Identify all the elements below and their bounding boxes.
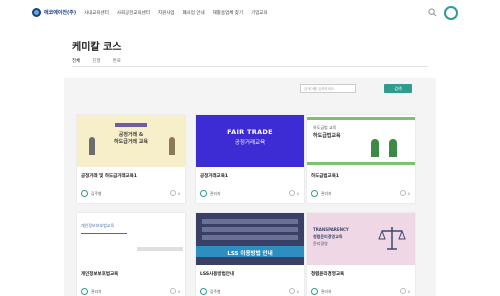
course-instructor: 관리자 — [200, 190, 220, 197]
person-illustration — [389, 139, 397, 157]
search-input[interactable]: 검색어를 입력하세요 — [300, 84, 356, 93]
main-nav: 사내교육센터 사회공헌교육센터 지원사업 폐사업 안내 재활용업체 찾기 기업교… — [84, 10, 268, 16]
thumbnail-text: LSS 이용방법 안내 — [227, 251, 273, 257]
course-thumbnail: 개인정보보호법교육 — [77, 213, 185, 265]
thumbnail-text: 공정거래교육 — [234, 140, 266, 146]
thumbnail-text: 윤리경영 — [313, 241, 328, 246]
course-title: 하도급법교육1 — [311, 174, 339, 179]
logo[interactable]: 에코에이전(주) — [32, 8, 76, 17]
thumbnail-text: TRANSPARENCY — [313, 227, 349, 232]
course-instructor: 김주형 — [200, 288, 220, 295]
search-icon[interactable] — [428, 8, 437, 17]
enrollment-count: 0 — [399, 288, 410, 294]
course-title: 개인정보보호법교육 — [81, 272, 119, 277]
search-button[interactable]: 검색 — [384, 84, 412, 93]
person-illustration — [371, 139, 379, 157]
thumbnail-text: FAIR TRADE — [227, 128, 273, 136]
course-card[interactable]: LSS 이용방법 안내 LSS사용방법안내 김주형 0 — [195, 212, 305, 296]
thumbnail-rule — [81, 233, 127, 234]
instructor-avatar-icon — [81, 190, 88, 197]
course-card[interactable]: 공정거래 & 하도급거래 교육 공정거래 및 하도급거래교육1 김주형 0 — [76, 114, 186, 204]
instructor-avatar-icon — [200, 190, 207, 197]
count-value: 0 — [407, 190, 410, 196]
thumbnail-text: 하도급거래 교육 — [114, 139, 148, 145]
enrollment-count: 0 — [169, 288, 180, 294]
thumbnail-row — [202, 235, 298, 240]
nav-item[interactable]: 지원사업 — [158, 10, 175, 16]
course-thumbnail: FAIR TRADE 공정거래교육 — [196, 115, 304, 167]
nav-item[interactable]: 재활용업체 찾기 — [213, 10, 243, 16]
nav-item[interactable]: 기업교육 — [251, 10, 268, 16]
thumbnail-text: 하도급법교육 — [313, 133, 341, 139]
course-card[interactable]: FAIR TRADE 공정거래교육 공정거래교육1 관리자 0 — [195, 114, 305, 204]
course-card[interactable]: TRANSPARENCY 청렴윤리경영교육 윤리경영 청렴윤리경영교육 관리자 … — [306, 212, 416, 296]
thumbnail-text: 공정거래 & — [118, 132, 144, 138]
user-avatar[interactable] — [444, 6, 458, 20]
enrollment-count: 0 — [399, 190, 410, 196]
logo-mark-icon — [32, 8, 41, 17]
thumbnail-text: 청렴윤리경영교육 — [313, 234, 343, 239]
thumbnail-text: 개인정보보호법교육 — [81, 223, 115, 228]
course-thumbnail: LSS 이용방법 안내 — [196, 213, 304, 265]
instructor-name: 관리자 — [210, 190, 221, 196]
instructor-name: 관리자 — [321, 190, 332, 196]
user-icon — [399, 288, 406, 294]
user-icon — [288, 288, 295, 294]
logo-text: 에코에이전(주) — [44, 10, 77, 16]
nav-item[interactable]: 사내교육센터 — [84, 10, 109, 16]
enrollment-count: 0 — [288, 190, 299, 196]
thumbnail-tag — [115, 123, 147, 127]
course-thumbnail: 공정거래 & 하도급거래 교육 — [77, 115, 185, 167]
thumbnail-stripe — [307, 162, 415, 165]
user-icon — [169, 190, 176, 196]
user-icon — [169, 288, 176, 294]
thumbnail-stripe — [307, 117, 415, 120]
top-navigation-bar: 에코에이전(주) 사내교육센터 사회공헌교육센터 지원사업 폐사업 안내 재활용… — [0, 0, 500, 28]
nav-item[interactable]: 사회공헌교육센터 — [117, 10, 150, 16]
page-title: 케미칼 코스 — [72, 42, 122, 53]
course-title: LSS사용방법안내 — [200, 272, 234, 277]
course-instructor: 관리자 — [311, 190, 331, 197]
user-icon — [399, 190, 406, 196]
course-thumbnail: TRANSPARENCY 청렴윤리경영교육 윤리경영 — [307, 213, 415, 265]
course-instructor: 관리자 — [81, 288, 101, 295]
course-title: 청렴윤리경영교육 — [311, 272, 345, 277]
course-thumbnail: 하도급법 교육 하도급법교육 — [307, 115, 415, 167]
instructor-avatar-icon — [311, 288, 318, 295]
course-card[interactable]: 하도급법 교육 하도급법교육 하도급법교육1 관리자 0 — [306, 114, 416, 204]
instructor-avatar-icon — [81, 288, 88, 295]
thumbnail-block — [137, 247, 183, 251]
thumbnail-row — [202, 227, 298, 232]
course-card[interactable]: 개인정보보호법교육 개인정보보호법교육 관리자 0 — [76, 212, 186, 296]
user-icon — [288, 190, 295, 196]
scales-icon — [378, 227, 406, 250]
thumbnail-row — [202, 219, 298, 224]
count-value: 0 — [407, 288, 410, 294]
instructor-avatar-icon — [200, 288, 207, 295]
instructor-avatar-icon — [311, 190, 318, 197]
instructor-name: 관리자 — [321, 288, 332, 294]
nav-item[interactable]: 폐사업 안내 — [183, 10, 205, 16]
course-instructor: 관리자 — [311, 288, 331, 295]
instructor-name: 김주형 — [210, 288, 221, 294]
count-value: 0 — [296, 288, 299, 294]
enrollment-count: 0 — [288, 288, 299, 294]
thumbnail-text: 하도급법 교육 — [313, 125, 337, 130]
person-illustration — [89, 137, 95, 155]
course-title: 공정거래교육1 — [200, 174, 228, 179]
count-value: 0 — [177, 190, 180, 196]
course-instructor: 김주형 — [81, 190, 101, 197]
instructor-name: 관리자 — [91, 288, 102, 294]
person-illustration — [169, 137, 175, 155]
enrollment-count: 0 — [169, 190, 180, 196]
course-title: 공정거래 및 하도급거래교육1 — [81, 174, 137, 179]
count-value: 0 — [177, 288, 180, 294]
tabs-divider — [72, 66, 428, 67]
count-value: 0 — [296, 190, 299, 196]
instructor-name: 김주형 — [91, 190, 102, 196]
